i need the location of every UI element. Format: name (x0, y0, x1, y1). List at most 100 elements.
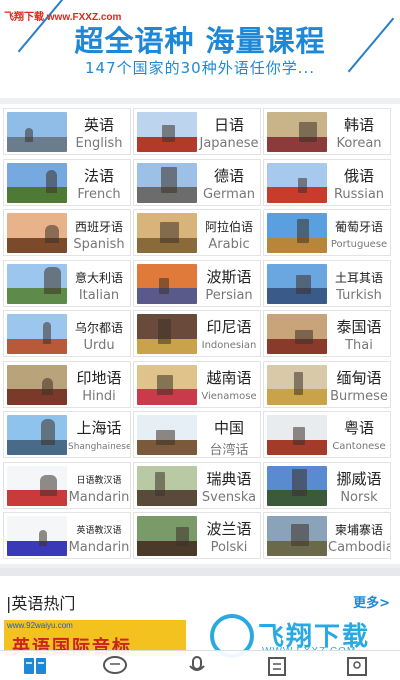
language-thumbnail-image (137, 516, 197, 556)
language-thumbnail-image (137, 314, 197, 354)
ad-url: www.92waiyu.com (7, 621, 73, 630)
language-card[interactable]: 中国 台湾话 (133, 411, 261, 458)
language-thumbnail-image (267, 465, 327, 506)
language-card[interactable]: 日语教汉语 Mandarin (3, 461, 131, 509)
language-name-chinese: 韩语 (343, 116, 374, 134)
language-name-english: Vienamose (201, 390, 257, 402)
language-name-english: German (202, 186, 256, 202)
tab-courses[interactable] (22, 655, 48, 677)
language-name-english: Cantonese (332, 441, 386, 452)
thumbnail-sky (7, 465, 67, 491)
thumbnail-landmark (297, 219, 309, 243)
language-name-english: Persian (205, 287, 253, 303)
thumbnail-landmark (40, 474, 57, 496)
language-card[interactable]: 上海话 Shanghainese (3, 411, 131, 458)
tab-chat[interactable] (102, 655, 128, 677)
thumbnail-landmark (293, 427, 305, 445)
list-icon (268, 657, 286, 676)
banner-subtitle: 147个国家的30种外语任你学... (84, 59, 316, 77)
language-card[interactable]: 波兰语 Polski (133, 512, 261, 559)
thumbnail-landmark (44, 266, 61, 294)
language-name-chinese: 瑞典语 (206, 469, 252, 488)
language-card[interactable]: 瑞典语 Svenska (133, 461, 261, 509)
language-card[interactable]: 波斯语 Persian (133, 259, 261, 307)
language-thumbnail-image (7, 516, 67, 556)
language-name-english: Korean (336, 136, 382, 151)
banner: 飞翔下载 www.FXXZ.com 超全语种 海量课程 147个国家的30种外语… (0, 0, 400, 98)
bottom-tab-bar (0, 650, 400, 680)
language-name-chinese: 越南语 (206, 368, 252, 387)
language-name-english: Arabic (208, 237, 250, 252)
language-name-english: Portuguese (330, 239, 388, 250)
language-card[interactable]: 意大利语 Italian (3, 259, 131, 307)
language-card[interactable]: 土耳其语 Turkish (263, 259, 391, 307)
language-card[interactable]: 法语 French (3, 158, 131, 206)
language-card[interactable]: 英语教汉语 Mandarin (3, 512, 131, 559)
thumbnail-landmark (156, 430, 175, 445)
language-card[interactable]: 俄语 Russian (263, 158, 391, 206)
language-thumbnail-image (7, 162, 67, 203)
thumbnail-ground (267, 187, 327, 203)
language-name-english: 台湾话 (209, 443, 249, 458)
language-thumbnail-image (7, 415, 67, 455)
language-card[interactable]: 葡萄牙语 Portuguese (263, 209, 391, 256)
language-card[interactable]: 英语 English (3, 108, 131, 155)
language-thumbnail-image (7, 314, 67, 354)
language-thumbnail-image (137, 112, 197, 152)
book-icon (24, 658, 46, 674)
thumbnail-landmark (42, 377, 53, 395)
language-card[interactable]: 德语 German (133, 158, 261, 206)
language-name-chinese: 日语 (213, 116, 244, 134)
language-card[interactable]: 越南语 Vienamose (133, 360, 261, 408)
language-name-english: Turkish (336, 287, 382, 303)
language-name-chinese: 西班牙语 (74, 220, 123, 234)
thumbnail-landmark (155, 471, 165, 496)
language-thumbnail-image (267, 213, 327, 253)
language-name-chinese: 波斯语 (206, 267, 252, 286)
thumbnail-landmark (45, 225, 59, 243)
tab-speak[interactable] (184, 655, 210, 677)
language-thumbnail-image (137, 465, 197, 506)
language-card[interactable]: 印尼语 Indonesian (133, 310, 261, 357)
language-name-chinese: 俄语 (343, 166, 374, 185)
language-name-chinese: 英语教汉语 (76, 526, 122, 536)
thumbnail-landmark (25, 128, 33, 142)
language-card[interactable]: 挪威语 Norsk (263, 461, 391, 509)
profile-icon (347, 657, 367, 676)
thumbnail-landmark (162, 125, 175, 142)
language-name-chinese: 挪威语 (336, 469, 382, 488)
thumbnail-landmark (292, 468, 307, 496)
thumbnail-landmark (158, 319, 171, 344)
section-title: |英语热门 (6, 594, 76, 613)
language-name-chinese: 法语 (83, 166, 114, 185)
more-link[interactable]: 更多> (353, 592, 390, 611)
thumbnail-landmark (41, 419, 55, 445)
thumbnail-ground (7, 490, 67, 506)
thumbnail-landmark (295, 330, 313, 344)
language-name-chinese: 德语 (213, 166, 244, 185)
language-card[interactable]: 日语 Japanese (133, 108, 261, 155)
language-card[interactable]: 粤语 Cantonese (263, 411, 391, 458)
language-card[interactable]: 西班牙语 Spanish (3, 209, 131, 256)
tab-profile[interactable] (344, 655, 370, 677)
thumbnail-ground (267, 136, 327, 152)
language-name-chinese: 波兰语 (206, 520, 252, 538)
thumbnail-landmark (43, 322, 51, 344)
language-name-chinese: 柬埔寨语 (334, 523, 383, 537)
language-card[interactable]: 印地语 Hindi (3, 360, 131, 408)
language-card[interactable]: 韩语 Korean (263, 108, 391, 155)
language-card[interactable]: 泰国语 Thai (263, 310, 391, 357)
thumbnail-sky (7, 162, 67, 188)
language-card[interactable]: 乌尔都语 Urdu (3, 310, 131, 357)
language-name-english: Burmese (330, 388, 388, 404)
language-grid: 英语 English 日语 Japanese 韩语 Korean 法语 French 德语 Ger… (0, 104, 400, 564)
language-card[interactable]: 阿拉伯语 Arabic (133, 209, 261, 256)
thumbnail-sky (7, 364, 67, 390)
language-card[interactable]: 缅甸语 Burmese (263, 360, 391, 408)
language-card[interactable]: 柬埔寨语 Cambodia (263, 512, 391, 559)
thumbnail-ground (7, 136, 67, 152)
tab-list[interactable] (264, 655, 290, 677)
thumbnail-ground (7, 187, 67, 203)
thumbnail-landmark (176, 527, 189, 546)
language-name-english: Spanish (73, 237, 125, 252)
